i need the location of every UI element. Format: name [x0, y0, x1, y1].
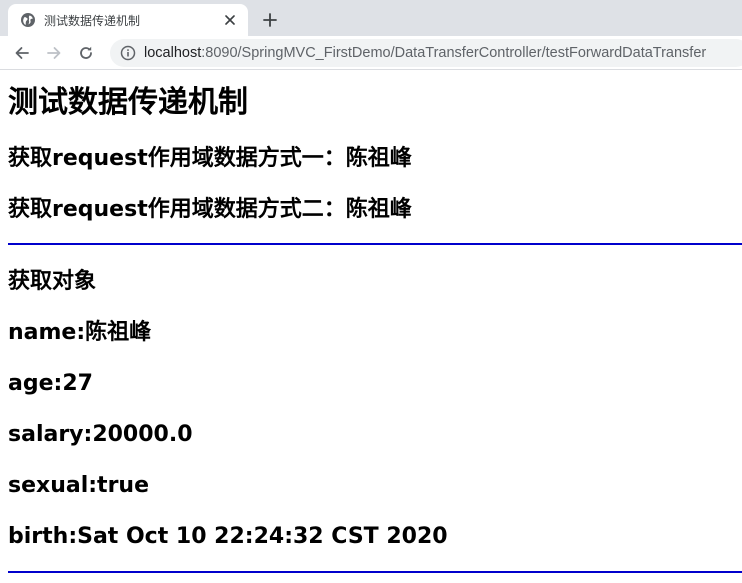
back-arrow-icon — [15, 47, 29, 59]
page-content: 测试数据传递机制 获取request作用域数据方式一：陈祖峰 获取request… — [0, 71, 742, 583]
object-salary: salary:20000.0 — [8, 422, 193, 447]
reload-icon — [80, 46, 92, 59]
plus-icon — [263, 13, 277, 27]
object-birth: birth:Sat Oct 10 22:24:32 CST 2020 — [8, 524, 448, 549]
browser-tab[interactable]: 测试数据传递机制 — [8, 4, 248, 36]
reload-button[interactable] — [74, 41, 98, 65]
object-name: name:陈祖峰 — [8, 320, 152, 345]
request-scope-way-two: 获取request作用域数据方式二：陈祖峰 — [8, 197, 412, 222]
address-bar[interactable]: localhost:8090/SpringMVC_FirstDemo/DataT… — [110, 39, 742, 67]
forward-arrow-icon — [47, 47, 61, 59]
divider-top — [8, 243, 742, 245]
divider-bottom — [8, 571, 742, 573]
back-button[interactable] — [10, 41, 34, 65]
url-text[interactable]: localhost:8090/SpringMVC_FirstDemo/DataT… — [144, 45, 706, 61]
tab-close-button[interactable] — [222, 12, 238, 28]
tab-title: 测试数据传递机制 — [44, 13, 141, 28]
request-scope-way-one: 获取request作用域数据方式一：陈祖峰 — [8, 146, 412, 171]
object-section-heading: 获取对象 — [8, 269, 97, 294]
tab-strip: 测试数据传递机制 — [0, 0, 742, 36]
url-path: :8090/SpringMVC_FirstDemo/DataTransferCo… — [201, 45, 707, 61]
browser-toolbar: localhost:8090/SpringMVC_FirstDemo/DataT… — [0, 36, 742, 70]
page-title: 测试数据传递机制 — [8, 85, 248, 120]
object-age: age:27 — [8, 371, 93, 396]
close-icon — [225, 15, 235, 25]
new-tab-button[interactable] — [258, 8, 282, 32]
url-host: localhost — [144, 45, 202, 61]
info-icon[interactable] — [120, 45, 136, 61]
globe-icon — [20, 12, 36, 28]
forward-button[interactable] — [42, 41, 66, 65]
object-sexual: sexual:true — [8, 473, 150, 498]
